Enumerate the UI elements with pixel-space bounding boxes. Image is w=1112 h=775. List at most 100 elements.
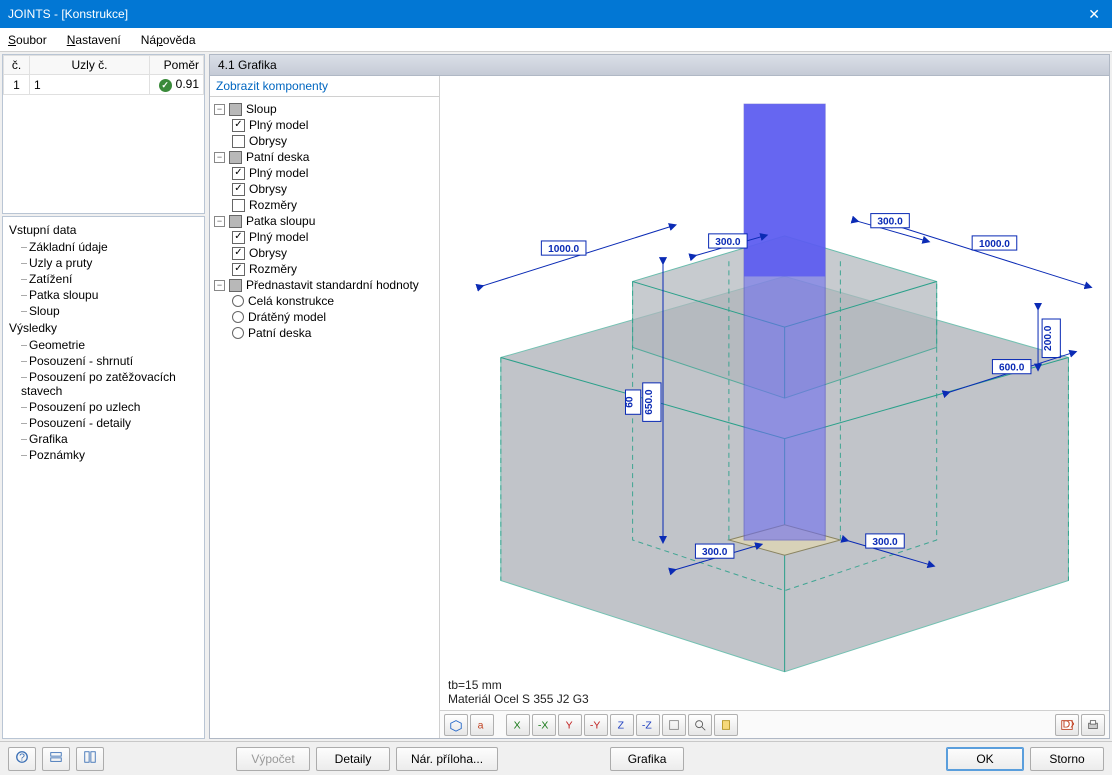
- checkbox[interactable]: [229, 215, 242, 228]
- svg-text:X: X: [514, 719, 521, 731]
- tree-label[interactable]: Obrysy: [249, 246, 287, 260]
- tree-label[interactable]: Patní deska: [246, 150, 309, 164]
- text-labels-icon[interactable]: a: [470, 714, 494, 736]
- tree-label[interactable]: Rozměry: [249, 198, 297, 212]
- fit-view-icon[interactable]: [662, 714, 686, 736]
- checkbox[interactable]: [232, 119, 245, 132]
- view-y-icon[interactable]: Y: [558, 714, 582, 736]
- print-icon[interactable]: [1081, 714, 1105, 736]
- svg-text:-X: -X: [538, 719, 549, 731]
- nav-item[interactable]: Posouzení - shrnutí: [9, 353, 198, 369]
- tree-label[interactable]: Patka sloupu: [246, 214, 315, 228]
- nav-item[interactable]: Posouzení - detaily: [9, 415, 198, 431]
- svg-text:300.0: 300.0: [877, 217, 903, 228]
- nav-item[interactable]: Geometrie: [9, 337, 198, 353]
- details-button[interactable]: Detaily: [316, 747, 390, 771]
- expander-icon[interactable]: −: [214, 152, 225, 163]
- checkbox[interactable]: [232, 247, 245, 260]
- svg-text:1000.0: 1000.0: [548, 244, 579, 255]
- nav-item[interactable]: Poznámky: [9, 447, 198, 463]
- nav-item[interactable]: Grafika: [9, 431, 198, 447]
- tree-label[interactable]: Přednastavit standardní hodnoty: [246, 278, 419, 292]
- tile-vertical-button[interactable]: [76, 747, 104, 771]
- tb-label: tb=15 mm: [448, 678, 589, 692]
- left-panel: č. Uzly č. Poměr 1 1 0.91 Vstupní data Z…: [2, 54, 205, 739]
- menu-file[interactable]: Soubor: [4, 31, 51, 49]
- cases-table-container: č. Uzly č. Poměr 1 1 0.91: [2, 54, 205, 214]
- ok-button[interactable]: OK: [946, 747, 1024, 771]
- nav-item[interactable]: Zatížení: [9, 271, 198, 287]
- view-x-icon[interactable]: X: [506, 714, 530, 736]
- svg-text:60: 60: [625, 396, 636, 408]
- nav-item[interactable]: Patka sloupu: [9, 287, 198, 303]
- ratio-ok-icon: [159, 77, 176, 91]
- svg-text:Z: Z: [618, 719, 625, 731]
- window-title: JOINTS - [Konstrukce]: [8, 7, 1084, 21]
- checkbox[interactable]: [232, 167, 245, 180]
- expander-icon[interactable]: −: [214, 104, 225, 115]
- close-icon[interactable]: ✕: [1084, 6, 1104, 23]
- checkbox[interactable]: [232, 263, 245, 276]
- nav-item[interactable]: Posouzení po uzlech: [9, 399, 198, 415]
- menu-bar: Soubor Nastavení Nápověda: [0, 28, 1112, 52]
- national-annex-button[interactable]: Nár. příloha...: [396, 747, 498, 771]
- clipboard-icon[interactable]: [714, 714, 738, 736]
- col-no: č.: [4, 56, 30, 75]
- svg-text:650.0: 650.0: [644, 389, 655, 415]
- svg-text:300.0: 300.0: [872, 537, 898, 548]
- nav-item[interactable]: Posouzení po zatěžovacích stavech: [9, 369, 198, 399]
- expander-icon[interactable]: −: [214, 216, 225, 227]
- menu-file-label: Soubor: [8, 33, 47, 47]
- view-z-icon[interactable]: Z: [610, 714, 634, 736]
- components-title: Zobrazit komponenty: [210, 76, 439, 97]
- components-tree: − Sloup Plný model Obrysy − Patní deska Pl…: [210, 97, 439, 738]
- calculate-button[interactable]: Výpočet: [236, 747, 310, 771]
- tile-horizontal-button[interactable]: [42, 747, 70, 771]
- tree-label[interactable]: Sloup: [246, 102, 277, 116]
- checkbox[interactable]: [232, 183, 245, 196]
- tree-label[interactable]: Rozměry: [249, 262, 297, 276]
- checkbox[interactable]: [229, 103, 242, 116]
- tree-label[interactable]: Plný model: [249, 118, 308, 132]
- radio[interactable]: [232, 327, 244, 339]
- svg-text:DXF: DXF: [1063, 718, 1074, 730]
- view-neg-x-icon[interactable]: -X: [532, 714, 556, 736]
- tree-label[interactable]: Plný model: [249, 166, 308, 180]
- tree-label[interactable]: Obrysy: [249, 182, 287, 196]
- graphics-canvas[interactable]: 1000.0 1000.0 300.0 300.0: [440, 76, 1109, 710]
- tree-label[interactable]: Patní deska: [248, 326, 311, 340]
- checkbox[interactable]: [232, 199, 245, 212]
- checkbox[interactable]: [232, 231, 245, 244]
- zoom-icon[interactable]: [688, 714, 712, 736]
- nav-item[interactable]: Základní údaje: [9, 239, 198, 255]
- nav-item[interactable]: Uzly a pruty: [9, 255, 198, 271]
- svg-text:a: a: [478, 719, 484, 731]
- radio[interactable]: [232, 311, 244, 323]
- main-area: č. Uzly č. Poměr 1 1 0.91 Vstupní data Z…: [0, 52, 1112, 741]
- col-ratio: Poměr: [150, 56, 204, 75]
- menu-settings[interactable]: Nastavení: [63, 31, 125, 49]
- svg-text:?: ?: [19, 752, 25, 764]
- panel-heading: 4.1 Grafika: [209, 54, 1110, 76]
- tree-label[interactable]: Celá konstrukce: [248, 294, 334, 308]
- nav-item[interactable]: Sloup: [9, 303, 198, 319]
- radio[interactable]: [232, 295, 244, 307]
- tree-label[interactable]: Obrysy: [249, 134, 287, 148]
- tree-label[interactable]: Drátěný model: [248, 310, 326, 324]
- graphics-button[interactable]: Grafika: [610, 747, 684, 771]
- expander-icon[interactable]: −: [214, 280, 225, 291]
- svg-text:-Z: -Z: [642, 719, 652, 731]
- menu-help[interactable]: Nápověda: [137, 31, 200, 49]
- checkbox[interactable]: [232, 135, 245, 148]
- export-dxf-icon[interactable]: DXF: [1055, 714, 1079, 736]
- col-nodes: Uzly č.: [30, 56, 150, 75]
- help-button[interactable]: ?: [8, 747, 36, 771]
- tree-label[interactable]: Plný model: [249, 230, 308, 244]
- checkbox[interactable]: [229, 279, 242, 292]
- table-row[interactable]: 1 1 0.91: [4, 75, 204, 95]
- view-neg-z-icon[interactable]: -Z: [636, 714, 660, 736]
- view-neg-y-icon[interactable]: -Y: [584, 714, 608, 736]
- axo-view-icon[interactable]: [444, 714, 468, 736]
- checkbox[interactable]: [229, 151, 242, 164]
- cancel-button[interactable]: Storno: [1030, 747, 1104, 771]
